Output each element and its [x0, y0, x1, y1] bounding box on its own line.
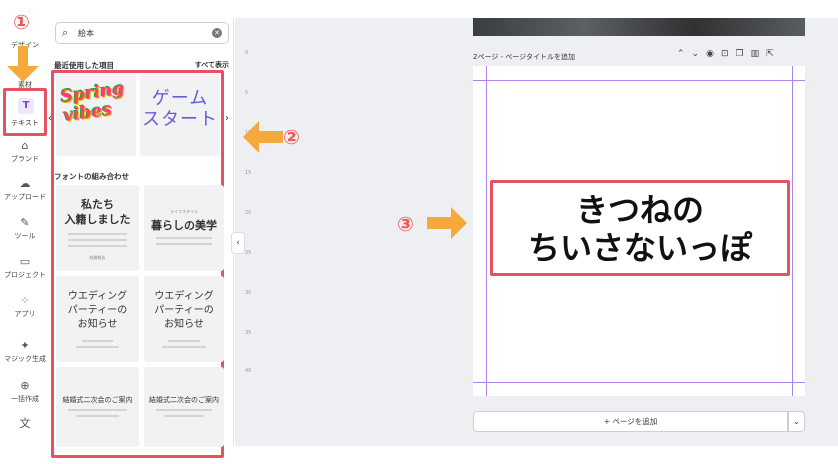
guide-line — [792, 66, 793, 396]
apps-icon: ⁘ — [20, 294, 30, 307]
add-page-button[interactable]: + ページを追加 — [473, 411, 788, 432]
recent-item-spring[interactable]: Spring vibes — [56, 74, 136, 156]
combo-card[interactable]: 結婚式二次会のご案内 — [144, 367, 224, 447]
annotation-badge-1: ① — [13, 10, 30, 34]
annotation-badge-2: ② — [283, 125, 300, 149]
collapse-panel-button[interactable]: ‹ — [231, 232, 245, 254]
combo-line: ウエディング — [154, 291, 214, 302]
chevron-right-icon[interactable]: › — [225, 113, 229, 124]
text-panel: ⌕ 絵本 ✕ 最近使用した項目 すべて表示 ‹ › Spring vibes ゲ… — [48, 18, 234, 458]
combo-line: 暮らしの美学 — [151, 219, 217, 232]
chevron-left-icon[interactable]: ‹ — [48, 113, 52, 124]
search-icon: ⌕ — [62, 26, 69, 39]
upload-icon: ☁ — [19, 177, 31, 190]
combo-card[interactable]: ライフスタイル 暮らしの美学 — [144, 185, 224, 271]
recent-item-game[interactable]: ゲーム スタート — [140, 74, 220, 156]
rail-item-label: アップロード — [4, 193, 46, 201]
eye-icon[interactable]: ◉ — [706, 49, 721, 59]
combo-card[interactable]: 私たち 入籍しました 結婚報告 — [56, 185, 139, 271]
combo-line: お知らせ — [164, 319, 204, 330]
title-line-1: きつねの — [575, 191, 704, 229]
combo-line: ウエディング — [67, 291, 128, 302]
chevron-down-icon: ⌄ — [793, 417, 800, 426]
lock-icon[interactable]: ⊡ — [721, 49, 736, 59]
page-toolbar: ⌃⌄◉⊡❐▥⇱ — [677, 49, 781, 59]
share-icon[interactable]: ⇱ — [766, 49, 781, 59]
annotation-arrow-right — [427, 207, 467, 239]
duplicate-icon[interactable]: ❐ — [736, 49, 751, 59]
brand-icon: ⌂ — [21, 139, 29, 152]
combo-card[interactable]: ウエディング パーティーの お知らせ — [56, 276, 139, 362]
font-combos-title: フォントの組み合わせ — [54, 172, 129, 181]
see-all-link[interactable]: すべて表示 — [195, 60, 229, 70]
vertical-ruler: 0 5 10 15 20 25 30 35 40 — [245, 50, 252, 374]
translate-icon: 文 — [19, 417, 31, 430]
spring-text: Spring vibes — [59, 78, 126, 127]
rail-item-label: ブランド — [11, 155, 39, 163]
annotation-arrow-left — [243, 121, 283, 153]
previous-page-image — [473, 18, 805, 36]
game-text: ゲーム スタート — [142, 88, 218, 130]
rail-item-label: マジック生成 — [4, 355, 46, 363]
combo-line: パーティーの — [67, 305, 128, 316]
rail-item-bulk-create[interactable]: ⊕ 一括作成 — [0, 380, 50, 404]
folder-icon: ▭ — [19, 255, 31, 268]
bulk-create-icon: ⊕ — [20, 379, 30, 392]
search-value: 絵本 — [78, 29, 94, 38]
annotation-badge-3: ③ — [397, 212, 414, 236]
trash-icon[interactable]: ▥ — [751, 49, 767, 59]
rail-item-more[interactable]: 文 — [0, 418, 50, 432]
rail-item-label: 一括作成 — [11, 395, 39, 403]
title-line-2: ちいさないっぽ — [527, 229, 752, 267]
left-rail: デザイン 素材 ⌂ ブランド ☁ アップロード ✎ ツール ▭ プロジェクト ⁘… — [0, 18, 50, 446]
draw-icon: ✎ — [20, 216, 30, 229]
annotation-arrow-down — [7, 46, 39, 82]
text-icon: T — [18, 98, 34, 114]
page-header[interactable]: 2ページ - ページタイトルを追加 — [473, 52, 575, 62]
clear-icon[interactable]: ✕ — [212, 28, 222, 38]
rail-item-label: アプリ — [14, 310, 36, 318]
combo-line: 私たち — [81, 198, 114, 211]
rail-item-label: プロジェクト — [4, 271, 46, 279]
title-text-box[interactable]: きつねの ちいさないっぽ — [490, 180, 790, 276]
combo-card[interactable]: 結婚式二次会のご案内 — [56, 367, 139, 447]
chevron-down-icon[interactable]: ⌄ — [692, 49, 707, 59]
guide-line — [473, 382, 805, 383]
rail-item-projects[interactable]: ▭ プロジェクト — [0, 256, 50, 280]
guide-line — [486, 66, 487, 396]
guide-line — [473, 80, 805, 81]
chevron-up-icon[interactable]: ⌃ — [677, 49, 692, 59]
rail-item-draw[interactable]: ✎ ツール — [0, 217, 50, 241]
rail-item-label: テキスト — [11, 119, 39, 127]
magic-icon: ✦ — [20, 339, 30, 352]
rail-item-magic[interactable]: ✦ マジック生成 — [0, 340, 50, 364]
combo-small: ライフスタイル — [170, 209, 198, 214]
combo-line: 結婚式二次会のご案内 — [149, 396, 219, 404]
rail-item-brand[interactable]: ⌂ ブランド — [0, 140, 50, 164]
rail-item-upload[interactable]: ☁ アップロード — [0, 178, 50, 202]
rail-item-text[interactable]: T テキスト — [3, 88, 47, 136]
combo-small: 結婚報告 — [89, 255, 106, 260]
combo-line: お知らせ — [77, 319, 118, 330]
combo-line: パーティーの — [154, 305, 214, 316]
rail-item-apps[interactable]: ⁘ アプリ — [0, 295, 50, 319]
combo-line: 入籍しました — [64, 213, 131, 226]
combo-line: 結婚式二次会のご案内 — [62, 396, 133, 404]
search-input[interactable]: ⌕ 絵本 ✕ — [55, 22, 229, 44]
combo-card[interactable]: ウエディング パーティーの お知らせ — [144, 276, 224, 362]
add-page-dropdown[interactable]: ⌄ — [788, 411, 805, 432]
rail-item-label: ツール — [14, 232, 36, 240]
